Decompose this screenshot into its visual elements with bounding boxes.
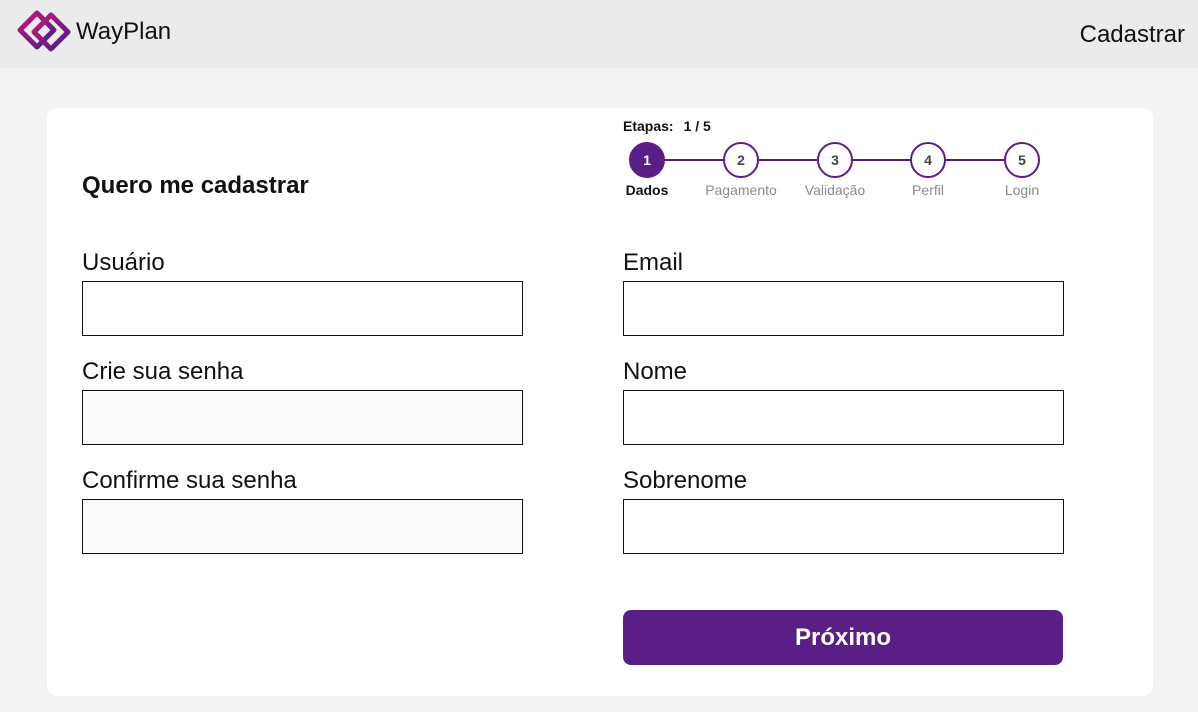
email-field-group: Email xyxy=(623,248,1064,336)
last-name-input[interactable] xyxy=(623,499,1064,554)
last-name-field-group: Sobrenome xyxy=(623,466,1064,554)
steps-label: Etapas: xyxy=(623,118,674,134)
step-circle: 2 xyxy=(723,142,759,178)
register-nav-link[interactable]: Cadastrar xyxy=(1080,21,1185,49)
confirm-password-input[interactable] xyxy=(82,499,523,554)
first-name-field-group: Nome xyxy=(623,357,1064,445)
username-input[interactable] xyxy=(82,281,523,336)
step-circle: 5 xyxy=(1004,142,1040,178)
step-label: Validação xyxy=(804,182,866,198)
step-validacao: 3 Validação xyxy=(785,142,885,198)
step-pagamento: 2 Pagamento xyxy=(691,142,791,198)
steps-caption: Etapas: 1 / 5 xyxy=(623,118,711,134)
confirm-password-label: Confirme sua senha xyxy=(82,467,297,494)
step-circle: 4 xyxy=(910,142,946,178)
step-label: Perfil xyxy=(912,182,944,198)
username-label: Usuário xyxy=(82,249,165,276)
email-label: Email xyxy=(623,249,684,276)
password-input[interactable] xyxy=(82,390,523,445)
brand-name: WayPlan xyxy=(76,18,172,45)
first-name-input[interactable] xyxy=(623,390,1064,445)
step-perfil: 4 Perfil xyxy=(878,142,978,198)
first-name-label: Nome xyxy=(623,358,688,385)
step-circle: 1 xyxy=(629,142,665,178)
registration-card: Quero me cadastrar Etapas: 1 / 5 1 Dados … xyxy=(47,108,1153,696)
username-field-group: Usuário xyxy=(82,248,523,336)
password-field-group: Crie sua senha xyxy=(82,357,523,445)
page-title: Quero me cadastrar xyxy=(82,172,309,199)
step-circle: 3 xyxy=(817,142,853,178)
step-label: Pagamento xyxy=(705,182,777,198)
password-label: Crie sua senha xyxy=(82,358,244,385)
steps-count: 1 / 5 xyxy=(683,118,711,134)
confirm-password-field-group: Confirme sua senha xyxy=(82,466,523,554)
top-bar: WayPlan Cadastrar xyxy=(0,0,1198,68)
next-button[interactable]: Próximo xyxy=(623,610,1063,665)
step-dados: 1 Dados xyxy=(597,142,697,198)
email-input[interactable] xyxy=(623,281,1064,336)
wayplan-logo-icon[interactable] xyxy=(16,10,72,52)
step-label: Login xyxy=(1004,182,1040,198)
last-name-label: Sobrenome xyxy=(623,467,748,494)
step-label: Dados xyxy=(625,182,669,198)
progress-stepper: 1 Dados 2 Pagamento 3 Validação 4 Perfil… xyxy=(623,142,1063,202)
step-login: 5 Login xyxy=(972,142,1072,198)
